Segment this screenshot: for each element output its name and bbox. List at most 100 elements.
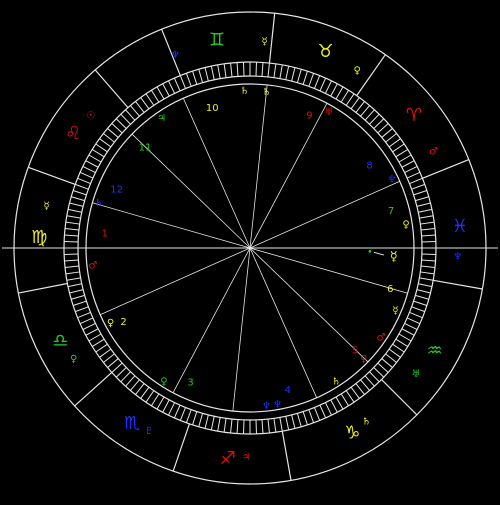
- neptune-cusp-icon: ♆: [388, 175, 397, 186]
- degree-tick: [415, 197, 428, 201]
- degree-tick: [180, 76, 185, 89]
- degree-tick: [365, 376, 374, 386]
- degree-tick: [211, 416, 214, 430]
- degree-tick: [89, 155, 101, 162]
- degree-tick: [83, 166, 96, 172]
- degree-tick: [108, 128, 119, 137]
- degree-tick: [135, 384, 144, 395]
- degree-tick: [146, 391, 154, 403]
- degree-tick: [361, 106, 370, 117]
- degree-tick: [186, 73, 191, 86]
- degree-tick: [78, 178, 91, 183]
- degree-tick: [389, 349, 400, 357]
- degree-tick: [274, 64, 276, 78]
- degree-tick: [374, 119, 384, 129]
- degree-tick: [168, 81, 174, 94]
- degree-tick: [421, 229, 435, 230]
- degree-tick: [309, 410, 314, 423]
- sagittarius-icon: ♐: [220, 448, 236, 469]
- degree-tick: [422, 260, 436, 261]
- degree-tick: [211, 66, 214, 80]
- venus-cusp-icon-4: ♀: [107, 318, 114, 329]
- degree-tick: [409, 312, 422, 317]
- degree-tick: [402, 161, 414, 168]
- house-number-11: 11: [139, 143, 152, 154]
- sign-boundary-line: [95, 70, 128, 108]
- house-cusp-line: [250, 103, 327, 248]
- degree-tick: [341, 394, 348, 406]
- degree-tick: [174, 405, 180, 418]
- degree-tick: [336, 87, 343, 99]
- mercury-planet-icon: ☿: [390, 250, 398, 265]
- libra-icon: ♎: [52, 330, 68, 351]
- degree-tick: [80, 172, 93, 178]
- degree-tick: [356, 101, 365, 112]
- degree-tick: [186, 410, 191, 423]
- degree-tick: [386, 354, 397, 363]
- degree-tick: [378, 363, 388, 372]
- degree-tick: [218, 65, 220, 79]
- degree-tick: [303, 412, 307, 425]
- degree-tick: [268, 63, 269, 77]
- degree-tick: [68, 284, 82, 287]
- degree-tick: [121, 114, 131, 124]
- venus-cusp-icon-2: ♀: [360, 354, 367, 365]
- degree-tick: [286, 66, 289, 80]
- degree-tick: [382, 359, 393, 368]
- degree-tick: [108, 359, 119, 368]
- degree-tick: [96, 144, 108, 152]
- aquarius-icon: ♒: [426, 340, 442, 361]
- neptune-cusp-icon-2: ♆: [262, 401, 271, 412]
- degree-tick: [297, 69, 301, 82]
- saturn-ruler-icon: ♄: [362, 416, 371, 427]
- pluto-ruler-icon: ♇: [145, 426, 154, 437]
- degree-tick: [83, 323, 96, 329]
- degree-tick: [274, 418, 276, 432]
- degree-tick: [66, 272, 80, 274]
- venus-cusp-icon: ♀: [402, 219, 409, 230]
- degree-tick: [396, 339, 408, 346]
- neptune-ruler-icon: ♆: [453, 251, 462, 262]
- degree-tick: [64, 235, 78, 236]
- degree-tick: [421, 266, 435, 267]
- degree-tick: [422, 235, 436, 236]
- degree-tick: [71, 197, 84, 201]
- degree-tick: [346, 94, 354, 106]
- degree-tick: [325, 81, 331, 94]
- mercury-cusp-icon: ☿: [392, 306, 398, 317]
- degree-tick: [103, 354, 114, 363]
- degree-tick: [405, 323, 418, 329]
- degree-tick: [100, 349, 111, 357]
- house-number-7: 7: [388, 206, 394, 217]
- degree-tick: [96, 344, 108, 352]
- degree-tick: [71, 295, 84, 299]
- degree-tick: [314, 407, 319, 420]
- degree-tick: [361, 380, 370, 391]
- degree-tick: [351, 98, 359, 109]
- degree-tick: [399, 155, 411, 162]
- degree-tick: [130, 106, 139, 117]
- sign-boundary-line: [269, 13, 274, 63]
- degree-tick: [346, 391, 354, 403]
- degree-tick: [365, 110, 374, 120]
- degree-tick: [126, 110, 135, 120]
- degree-tick: [356, 384, 365, 395]
- sign-boundary-line: [422, 160, 468, 179]
- leo-icon: ♌: [65, 123, 81, 144]
- degree-tick: [369, 114, 379, 124]
- degree-tick: [389, 139, 400, 147]
- degree-tick: [121, 372, 131, 382]
- degree-tick: [420, 272, 434, 274]
- degree-tick: [393, 344, 405, 352]
- house-number-5: 5: [352, 345, 358, 356]
- taurus-icon: ♉: [318, 41, 334, 62]
- jupiter-cusp-icon: ♃: [157, 113, 166, 124]
- saturn-cusp-icon-2: ♄: [332, 377, 341, 388]
- degree-tick: [67, 216, 81, 218]
- jupiter-ruler-icon: ♃: [242, 452, 251, 463]
- degree-tick: [396, 149, 408, 156]
- sign-boundary-line: [282, 431, 291, 480]
- sign-boundary-line: [382, 380, 417, 415]
- degree-tick: [126, 376, 135, 386]
- degree-tick: [292, 415, 295, 429]
